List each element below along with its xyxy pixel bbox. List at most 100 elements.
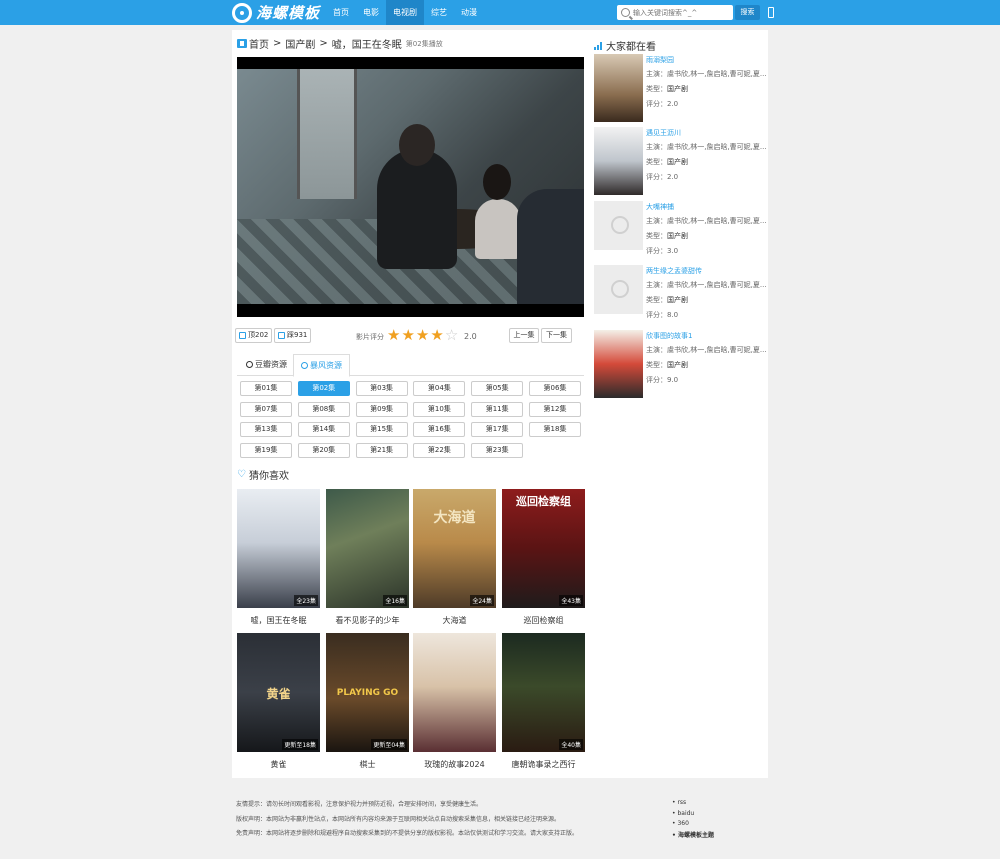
- episode-button[interactable]: 第21集: [355, 443, 408, 459]
- star-icon[interactable]: ★: [416, 328, 429, 343]
- recommend-card[interactable]: 全16集看不见影子的少年: [326, 489, 409, 626]
- card-title[interactable]: 看不见影子的少年: [326, 615, 409, 626]
- sidebar-item-cast: 主演：虞书欣,林一,詹启晗,曹可妮,夏...: [646, 280, 767, 290]
- circle-play-icon: [246, 361, 253, 368]
- nav-item[interactable]: 首页: [326, 0, 356, 25]
- sidebar-thumb[interactable]: [594, 127, 643, 195]
- video-scene-person: [517, 189, 584, 304]
- episode-button[interactable]: 第13集: [240, 422, 292, 438]
- recommend-card[interactable]: 大海道 全24集大海道: [413, 489, 496, 626]
- episode-button[interactable]: 第07集: [240, 401, 292, 417]
- sidebar-item[interactable]: 两生缘之孟婆甜传 主演：虞书欣,林一,詹启晗,曹可妮,夏... 类型：国产剧 评分：8…: [594, 265, 767, 333]
- episode-button[interactable]: 第19集: [240, 443, 292, 459]
- recommend-card[interactable]: 全23集嘘，国王在冬眠: [237, 489, 320, 626]
- footer-link-360[interactable]: 360: [672, 820, 688, 827]
- sidebar-item-name[interactable]: 欣事图的故事1: [646, 331, 692, 341]
- search-button[interactable]: 搜索: [735, 5, 760, 20]
- star-icon[interactable]: ★: [430, 328, 443, 343]
- episode-button[interactable]: 第05集: [471, 381, 524, 396]
- sidebar-thumb[interactable]: [594, 201, 643, 250]
- episode-button[interactable]: 第08集: [297, 401, 350, 417]
- rating-stars[interactable]: ★ ★ ★ ★ ☆: [387, 328, 459, 343]
- episode-button[interactable]: 第18集: [529, 422, 581, 438]
- tab-douban-source[interactable]: 豆瓣资源: [239, 354, 294, 376]
- nav-item[interactable]: 动漫: [454, 0, 484, 25]
- recommend-card[interactable]: 黄雀 更新至18集黄雀: [237, 633, 320, 770]
- thumbs-up-icon: [239, 332, 246, 339]
- episode-button[interactable]: 第22集: [413, 443, 466, 459]
- poster-image[interactable]: [413, 633, 496, 752]
- footer-link-baidu[interactable]: baidu: [672, 810, 694, 817]
- episode-button[interactable]: 第11集: [471, 401, 524, 417]
- episode-button[interactable]: 第10集: [413, 401, 466, 417]
- star-icon[interactable]: ★: [387, 328, 400, 343]
- card-title[interactable]: 巡回检察组: [502, 615, 585, 626]
- card-title[interactable]: 棋士: [326, 759, 409, 770]
- video-scene-person: [399, 124, 435, 166]
- sidebar-item[interactable]: 雨溺梨园 主演：虞书欣,林一,詹启晗,曹可妮,夏... 类型：国产剧 评分：2.0: [594, 54, 767, 122]
- episode-button[interactable]: 第20集: [297, 443, 350, 459]
- poster-image[interactable]: PLAYING GO 更新至04集: [326, 633, 409, 752]
- episode-button[interactable]: 第06集: [529, 381, 581, 396]
- episode-button[interactable]: 第12集: [529, 401, 581, 417]
- episode-button[interactable]: 第09集: [355, 401, 408, 417]
- recommend-card[interactable]: 玫瑰的故事2024: [413, 633, 496, 770]
- sidebar-item-name[interactable]: 大嘴神捕: [646, 202, 674, 212]
- footer-link-rss[interactable]: rss: [672, 799, 686, 806]
- episode-button[interactable]: 第04集: [413, 381, 466, 396]
- nav-item[interactable]: 综艺: [424, 0, 454, 25]
- poster-image[interactable]: 巡回检察组 全43集: [502, 489, 585, 608]
- card-title[interactable]: 玫瑰的故事2024: [413, 759, 496, 770]
- episode-button[interactable]: 第17集: [471, 422, 524, 438]
- breadcrumb-home[interactable]: 首页: [249, 36, 269, 51]
- episode-button[interactable]: 第01集: [240, 381, 292, 396]
- sidebar-thumb[interactable]: [594, 54, 643, 122]
- sidebar-item-name[interactable]: 雨溺梨园: [646, 55, 674, 65]
- sidebar-thumb[interactable]: [594, 330, 643, 398]
- sidebar-item-score: 评分：2.0: [646, 172, 678, 182]
- star-icon[interactable]: ☆: [445, 328, 458, 343]
- episode-button[interactable]: 第16集: [413, 422, 466, 438]
- episode-button[interactable]: 第03集: [355, 381, 408, 396]
- next-episode-button[interactable]: 下一集: [541, 328, 572, 343]
- upvote-button[interactable]: 顶202: [235, 328, 273, 343]
- recommend-card[interactable]: 全40集唐朝诡事录之西行: [502, 633, 585, 770]
- prev-episode-button[interactable]: 上一集: [509, 328, 539, 343]
- poster-image[interactable]: 黄雀 更新至18集: [237, 633, 320, 752]
- rating-label: 影片评分: [356, 333, 384, 341]
- footer-link-theme[interactable]: 海螺模板主题: [672, 830, 714, 839]
- sidebar-item[interactable]: 遇见王沥川 主演：虞书欣,林一,詹启晗,曹可妮,夏... 类型：国产剧 评分：2.0: [594, 127, 767, 195]
- episode-button[interactable]: 第15集: [355, 422, 408, 438]
- recommend-card[interactable]: 巡回检察组 全43集巡回检察组: [502, 489, 585, 626]
- card-title[interactable]: 大海道: [413, 615, 496, 626]
- heart-icon: ♡: [237, 469, 246, 480]
- episode-button[interactable]: 第14集: [297, 422, 350, 438]
- card-title[interactable]: 黄雀: [237, 759, 320, 770]
- sidebar-item-name[interactable]: 两生缘之孟婆甜传: [646, 266, 702, 276]
- nav-item[interactable]: 电影: [356, 0, 386, 25]
- breadcrumb-category[interactable]: 国产剧: [285, 36, 315, 51]
- mobile-icon[interactable]: [768, 7, 774, 18]
- sidebar-thumb[interactable]: [594, 265, 643, 314]
- star-icon[interactable]: ★: [401, 328, 414, 343]
- tab-baofeng-source[interactable]: 暴风资源: [293, 354, 350, 377]
- episode-button[interactable]: 第02集: [297, 381, 350, 396]
- recommend-card[interactable]: PLAYING GO 更新至04集棋士: [326, 633, 409, 770]
- video-player[interactable]: [237, 57, 584, 317]
- downvote-button[interactable]: 踩931: [274, 328, 312, 343]
- sidebar-item[interactable]: 大嘴神捕 主演：虞书欣,林一,詹启晗,曹可妮,夏... 类型：国产剧 评分：3.0: [594, 201, 767, 269]
- episode-button[interactable]: 第23集: [471, 443, 524, 459]
- card-title[interactable]: 唐朝诡事录之西行: [502, 759, 585, 770]
- poster-image[interactable]: 全40集: [502, 633, 585, 752]
- poster-image[interactable]: 大海道 全24集: [413, 489, 496, 608]
- breadcrumb-title[interactable]: 嘘，国王在冬眠: [332, 36, 402, 51]
- search-input[interactable]: [633, 8, 731, 17]
- poster-image[interactable]: 全16集: [326, 489, 409, 608]
- sidebar-item-name[interactable]: 遇见王沥川: [646, 128, 681, 138]
- site-logo[interactable]: 海螺模板: [232, 2, 320, 23]
- sidebar-item[interactable]: 欣事图的故事1 主演：虞书欣,林一,詹启晗,曹可妮,夏... 类型：国产剧 评分：9.…: [594, 330, 767, 398]
- sidebar-item-type: 类型：国产剧: [646, 157, 688, 167]
- poster-image[interactable]: 全23集: [237, 489, 320, 608]
- nav-item[interactable]: 电视剧: [386, 0, 424, 25]
- card-title[interactable]: 嘘，国王在冬眠: [237, 615, 320, 626]
